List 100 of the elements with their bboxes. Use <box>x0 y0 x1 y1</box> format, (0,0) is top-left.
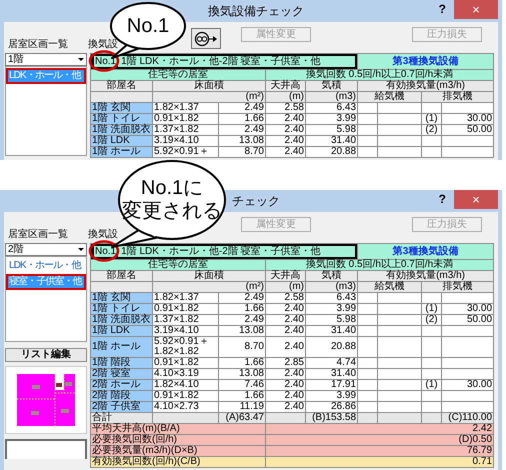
table-cell: 2.58 <box>266 292 306 304</box>
column-header: 部屋名 <box>90 270 152 282</box>
table-cell: 2.40 <box>266 368 306 380</box>
table-cell: 50.00 <box>442 124 494 136</box>
table-cell: (1) <box>422 304 442 314</box>
table-cell: 3.99 <box>306 304 358 314</box>
column-header: 給気機 <box>358 92 422 102</box>
table-cell: 13.08 <box>218 368 266 380</box>
list-edit-button[interactable]: リスト編集 <box>5 348 87 362</box>
window-title: チェック <box>231 193 280 210</box>
summary-label: 平均天井高(m)(B/A) <box>90 424 266 434</box>
summary-label: 必要換気量(m3/h)(D×B) <box>90 446 266 456</box>
table-cell: 31.40 <box>306 136 358 146</box>
room-name-cell: 1階 玄関 <box>90 102 152 114</box>
device-button[interactable] <box>191 28 221 49</box>
table-cell: (1) <box>422 380 442 390</box>
table-cell: 5.92×0.91＋ 1.82×1.82 <box>152 336 218 358</box>
table-cell: 20.88 <box>306 146 358 158</box>
system-type: 第3種換気設備 <box>358 54 494 70</box>
table-cell: 2.40 <box>266 146 306 158</box>
help-button[interactable]: ? <box>438 190 446 208</box>
list-item[interactable]: LDK・ホール・他 <box>6 68 86 84</box>
table-cell: 2.40 <box>266 124 306 136</box>
column-header: 排気機 <box>422 92 494 102</box>
floor-select[interactable]: 1階 <box>5 53 87 66</box>
list-item[interactable]: 寝室・子供室・他 <box>6 274 86 290</box>
list-item[interactable]: LDK・ホール・他 <box>6 258 86 274</box>
floor-select[interactable]: 2階 <box>5 243 87 256</box>
table-cell: 30.00 <box>442 380 494 390</box>
table-cell: 3.99 <box>306 114 358 124</box>
table-cell: 3.19×4.10 <box>152 136 218 146</box>
table-cell: 2.40 <box>266 380 306 390</box>
callout-text: No.1に <box>140 177 204 200</box>
table-cell: 1.37×1.82 <box>152 314 218 326</box>
room-name-cell: 1階 トイレ <box>90 114 152 124</box>
unit-label: (m²) <box>152 92 266 102</box>
table-cell: 1.66 <box>218 304 266 314</box>
table-cell: 7.46 <box>218 380 266 390</box>
room-name-cell: 1階 洗面脱衣 <box>90 124 152 136</box>
table-cell: 1.66 <box>218 114 266 124</box>
room-name-cell: 2階 階段 <box>90 390 152 402</box>
table-title: 1階 LDK・ホール・他-2階 寝室・子供室・他 <box>121 246 321 257</box>
table-cell: (1) <box>422 114 442 124</box>
table-cell: 20.88 <box>306 336 358 358</box>
summary-value: 76.79 <box>266 446 494 456</box>
table-cell: 1.82×1.37 <box>152 292 218 304</box>
table-cell: 31.40 <box>306 368 358 380</box>
table-cell: 2.49 <box>218 124 266 136</box>
floor-plan-drawing <box>16 373 76 427</box>
summary-label: 必要換気回数(回/h) <box>90 434 266 446</box>
table-cell: 0.91×1.82 <box>152 304 218 314</box>
column-header: 有効換気量(m3/h) <box>358 270 494 282</box>
column-header: 給気機 <box>358 282 422 292</box>
total-label: 合計 <box>90 412 152 424</box>
table-cell: 30.00 <box>442 304 494 314</box>
table-cell: 2.40 <box>266 390 306 402</box>
table-cell: 8.70 <box>218 146 266 158</box>
room-name-cell: 1階 LDK <box>90 136 152 146</box>
room-name-cell: 1階 LDK <box>90 326 152 336</box>
table-cell: 5.92×0.91＋ <box>152 146 218 158</box>
table-cell: 1.66 <box>218 358 266 368</box>
caret-icon <box>78 58 84 61</box>
table-cell: 2.40 <box>266 136 306 146</box>
table-cell: (B)153.58 <box>306 412 358 424</box>
table-cell: 2.49 <box>218 102 266 114</box>
table-cell: 1.82×1.37 <box>152 102 218 114</box>
column-header: 有効換気量(m3/h) <box>358 80 494 92</box>
table-cell: 13.08 <box>218 326 266 336</box>
table-cell: 2.58 <box>266 102 306 114</box>
table-cell: 2.40 <box>266 336 306 358</box>
room-name-cell: 1階 洗面脱衣 <box>90 314 152 326</box>
column-header: 排気機 <box>422 282 494 292</box>
callout-text: No.1 <box>126 14 170 38</box>
table-cell: 2.40 <box>266 114 306 124</box>
section-header: 住宅等の居室 <box>90 260 266 270</box>
column-header: 天井高 <box>266 80 306 92</box>
section-label: 換気設 <box>88 39 119 51</box>
room-name-cell: 2階 寝室 <box>90 368 152 380</box>
table-cell: 2.40 <box>266 326 306 336</box>
room-name-cell: 1階 階段 <box>90 358 152 368</box>
table-cell: 2.85 <box>266 358 306 368</box>
table-cell: 30.00 <box>442 114 494 124</box>
room-name-cell: 2階 子供室 <box>90 402 152 412</box>
table-cell: 2.40 <box>266 314 306 326</box>
close-button[interactable]: × <box>454 190 498 209</box>
table-cell: 13.08 <box>218 136 266 146</box>
room-name-cell: 1階 トイレ <box>90 304 152 314</box>
fan-icon <box>194 30 218 46</box>
window-title: 換気設備チェック <box>207 3 304 20</box>
table-cell: 2.40 <box>266 304 306 314</box>
table-cell: 0.91×1.82 <box>152 390 218 402</box>
table-cell: 2.49 <box>218 314 266 326</box>
summary-label: 有効換気回数(回/h)(C/B) <box>90 456 266 468</box>
help-button[interactable]: ? <box>438 0 446 18</box>
table-cell: 50.00 <box>442 314 494 326</box>
table-cell: (2) <box>422 124 442 136</box>
table-cell: 8.70 <box>218 336 266 358</box>
table-cell: 6.43 <box>306 292 358 304</box>
close-button[interactable]: × <box>454 0 498 19</box>
unit-label: (m²) <box>152 282 266 292</box>
